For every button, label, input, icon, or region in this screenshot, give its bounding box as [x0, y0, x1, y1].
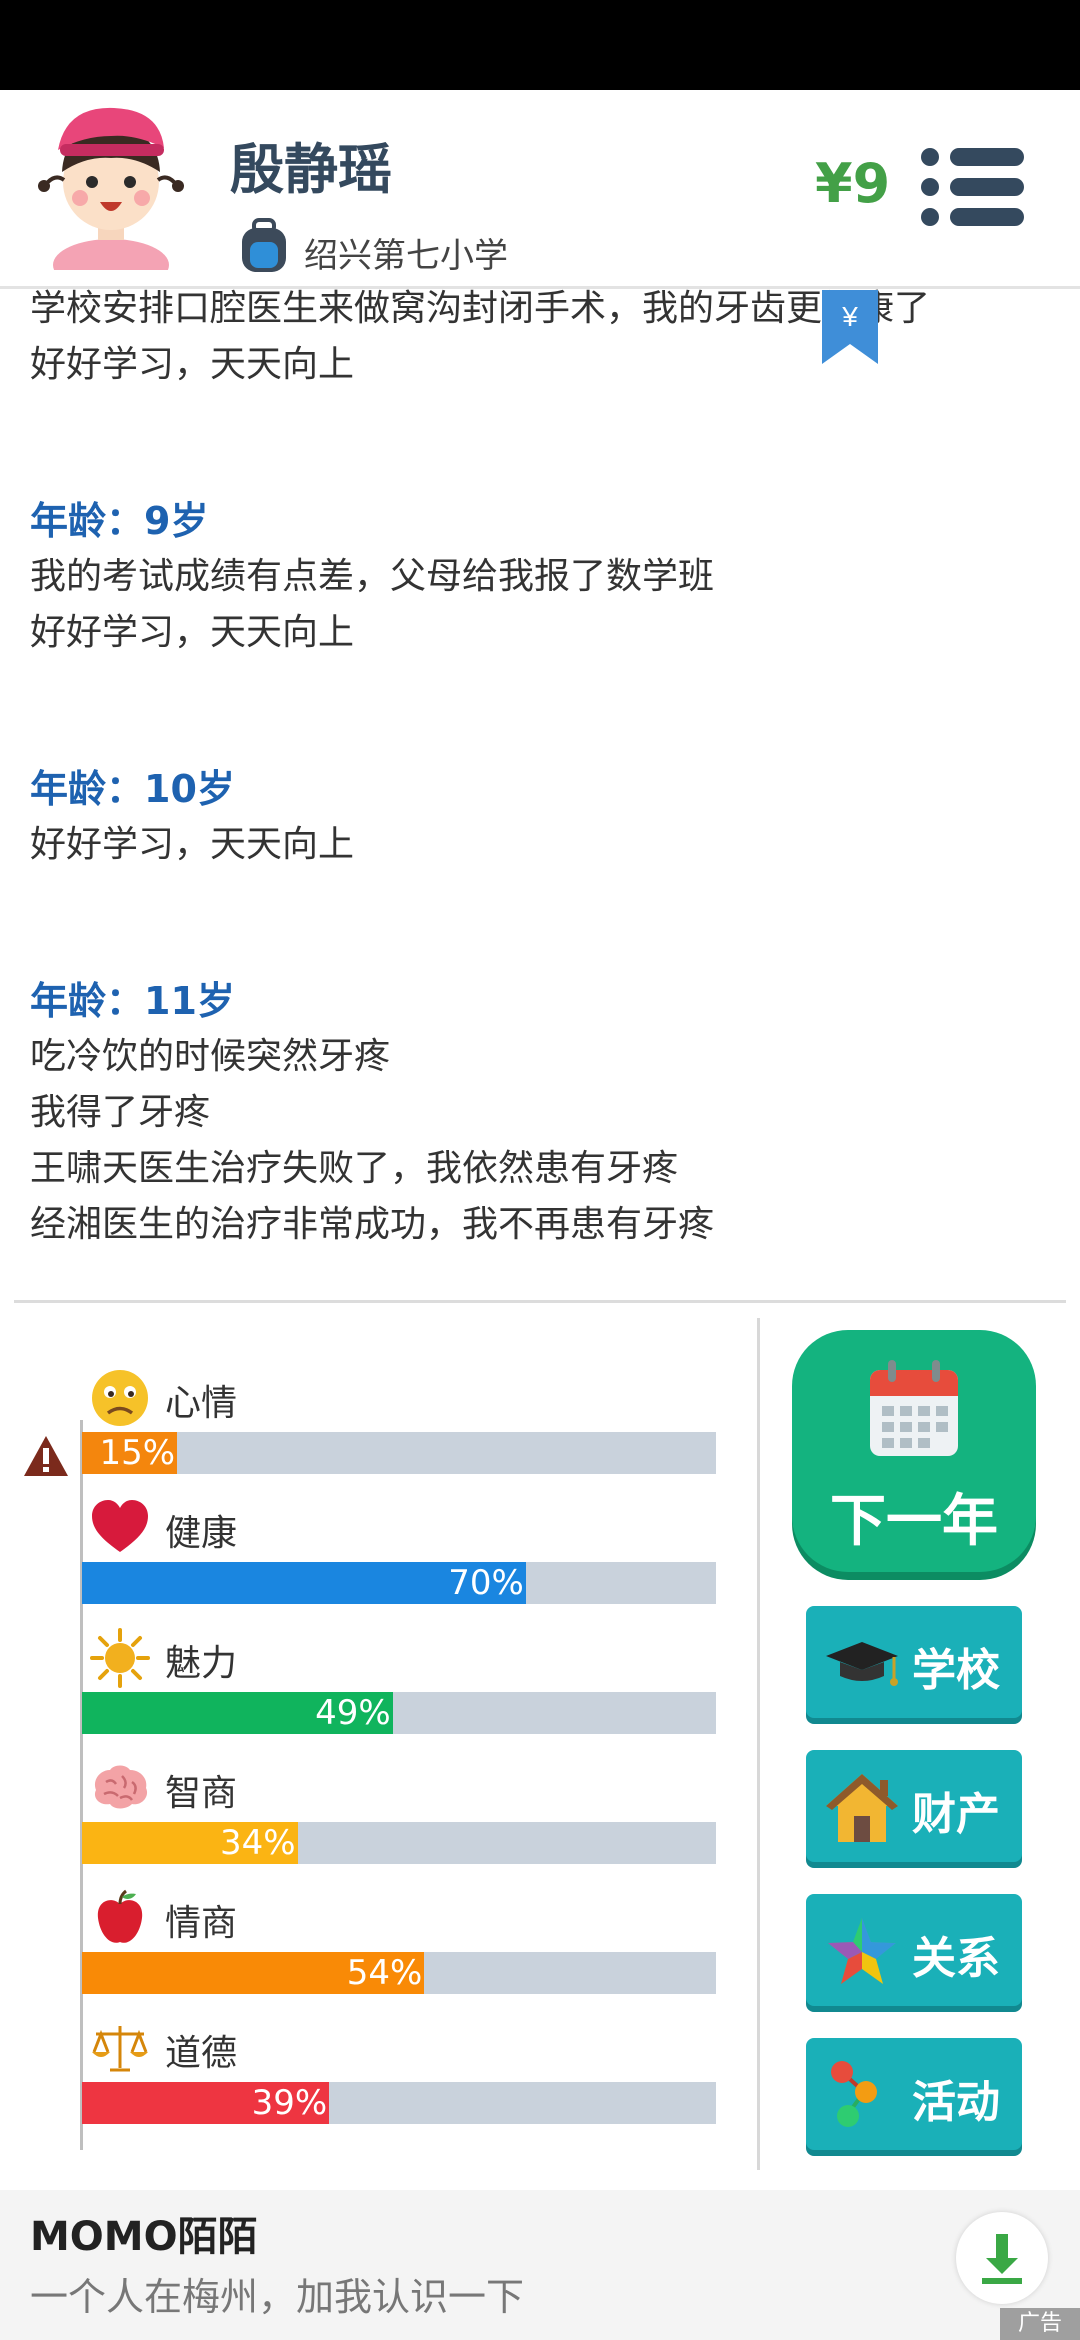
log-line: 好好学习，天天向上: [30, 344, 355, 385]
ad-banner[interactable]: MOMO陌陌 一个人在梅州，加我认识一下: [0, 2190, 1080, 2340]
apple-icon: [97, 1889, 143, 1943]
log-entry: 年龄：9岁 我的考试成绩有点差，父母给我报了数学班 好好学习，天天向上: [30, 493, 1060, 661]
stat-label: 情商: [165, 1903, 238, 1944]
school-name: 绍兴第七小学: [304, 236, 508, 276]
stat-bar-fill: 49%: [82, 1692, 393, 1734]
log-line: 好好学习，天天向上: [30, 824, 355, 865]
stat-value: 70%: [448, 1563, 524, 1603]
menu-icon[interactable]: [920, 148, 1024, 226]
scales-icon: [92, 2026, 148, 2072]
ad-title: MOMO陌陌: [30, 2214, 258, 2260]
log-line: 好好学习，天天向上: [30, 612, 355, 653]
sad-face-icon: [92, 1370, 148, 1426]
download-icon: [982, 2234, 1022, 2284]
stat-value: 34%: [219, 1823, 296, 1863]
stat-bar-fill: 54%: [82, 1952, 425, 1994]
stat-morality: 道德 39%: [0, 2018, 740, 2148]
download-button[interactable]: [956, 2212, 1048, 2304]
stat-bar-track: 54%: [82, 1952, 716, 1994]
log-age: 年龄：9岁: [30, 499, 209, 543]
log-line: 我的考试成绩有点差，父母给我报了数学班: [30, 556, 715, 597]
stat-value: 39%: [251, 2083, 328, 2123]
log-line: 王啸天医生治疗失败了，我依然患有牙疼: [30, 1148, 679, 1189]
relations-label: 关系: [912, 1933, 1000, 1984]
property-button[interactable]: 财产: [806, 1750, 1022, 1862]
log-line: 我得了牙疼: [30, 1092, 211, 1133]
stat-charm: 魅力 49%: [0, 1628, 740, 1758]
stat-label: 道德: [165, 2033, 238, 2074]
section-divider: [14, 1300, 1066, 1303]
log-entry: 学校安排口腔医生来做窝沟封闭手术，我的牙齿更健康了 好好学习，天天向上: [30, 289, 1060, 393]
school-label: 学校: [912, 1645, 1000, 1696]
stat-label: 心情: [165, 1383, 238, 1424]
stat-value: 15%: [99, 1433, 176, 1473]
star-icon: [828, 1918, 896, 1984]
activity-dots-icon: [831, 2061, 877, 2127]
status-bar: [0, 0, 1080, 90]
ad-subtitle: 一个人在梅州，加我认识一下: [30, 2275, 525, 2319]
backpack-icon: [242, 218, 286, 272]
stat-value: 54%: [346, 1953, 423, 1993]
stat-label: 健康: [165, 1513, 238, 1554]
property-label: 财产: [912, 1789, 1000, 1840]
stat-health: 健康 70%: [0, 1498, 740, 1628]
heart-icon: [92, 1500, 148, 1552]
stat-bar-track: 34%: [82, 1822, 716, 1864]
log-age: 年龄：11岁: [30, 979, 235, 1023]
activities-button[interactable]: 活动: [806, 2038, 1022, 2150]
log-line: 吃冷饮的时候突然牙疼: [30, 1036, 391, 1077]
log-entry: 年龄：11岁 吃冷饮的时候突然牙疼 我得了牙疼 王啸天医生治疗失败了，我依然患有…: [30, 973, 1060, 1253]
sun-icon: [90, 1628, 150, 1688]
stat-bar-track: 39%: [82, 2082, 716, 2124]
stat-eq: 情商 54%: [0, 1888, 740, 2018]
stat-value: 49%: [315, 1693, 391, 1733]
stat-bar-fill: 15%: [82, 1432, 178, 1474]
next-year-button[interactable]: 下一年: [792, 1330, 1036, 1572]
stat-label: 智商: [165, 1773, 238, 1814]
stat-bar-fill: 39%: [82, 2082, 330, 2124]
brain-icon: [94, 1765, 148, 1809]
player-name: 殷静瑶: [230, 138, 392, 201]
avatar[interactable]: [36, 100, 186, 270]
relations-button[interactable]: 关系: [806, 1894, 1022, 2006]
stat-bar-track: 15%: [82, 1432, 716, 1474]
ad-badge: 广告: [1000, 2308, 1080, 2340]
house-icon: [826, 1774, 898, 1842]
log-age: 年龄：10岁: [30, 767, 235, 811]
stat-bar-track: 49%: [82, 1692, 716, 1734]
school-button[interactable]: 学校: [806, 1606, 1022, 1718]
log-entry: 年龄：10岁 好好学习，天天向上: [30, 761, 1060, 873]
stat-bar-track: 70%: [82, 1562, 716, 1604]
money-amount: ¥9: [815, 152, 891, 215]
vertical-divider: [757, 1318, 760, 2170]
stat-bar-fill: 34%: [82, 1822, 298, 1864]
event-log[interactable]: 学校安排口腔医生来做窝沟封闭手术，我的牙齿更健康了 好好学习，天天向上 年龄：9…: [0, 289, 1080, 1299]
graduation-cap-icon: [826, 1642, 898, 1686]
log-line: 学校安排口腔医生来做窝沟封闭手术，我的牙齿更健康了: [30, 289, 931, 329]
log-line: 经湘医生的治疗非常成功，我不再患有牙疼: [30, 1204, 715, 1245]
calendar-icon: [870, 1360, 958, 1456]
money-bookmark-icon[interactable]: ¥: [822, 290, 878, 364]
bookmark-symbol: ¥: [841, 301, 858, 332]
stat-mood: 心情 15%: [0, 1368, 740, 1498]
stat-iq: 智商 34%: [0, 1758, 740, 1888]
stat-bar-fill: 70%: [82, 1562, 526, 1604]
activities-label: 活动: [912, 2077, 1000, 2128]
next-year-label: 下一年: [830, 1489, 998, 1554]
stat-label: 魅力: [165, 1643, 238, 1684]
